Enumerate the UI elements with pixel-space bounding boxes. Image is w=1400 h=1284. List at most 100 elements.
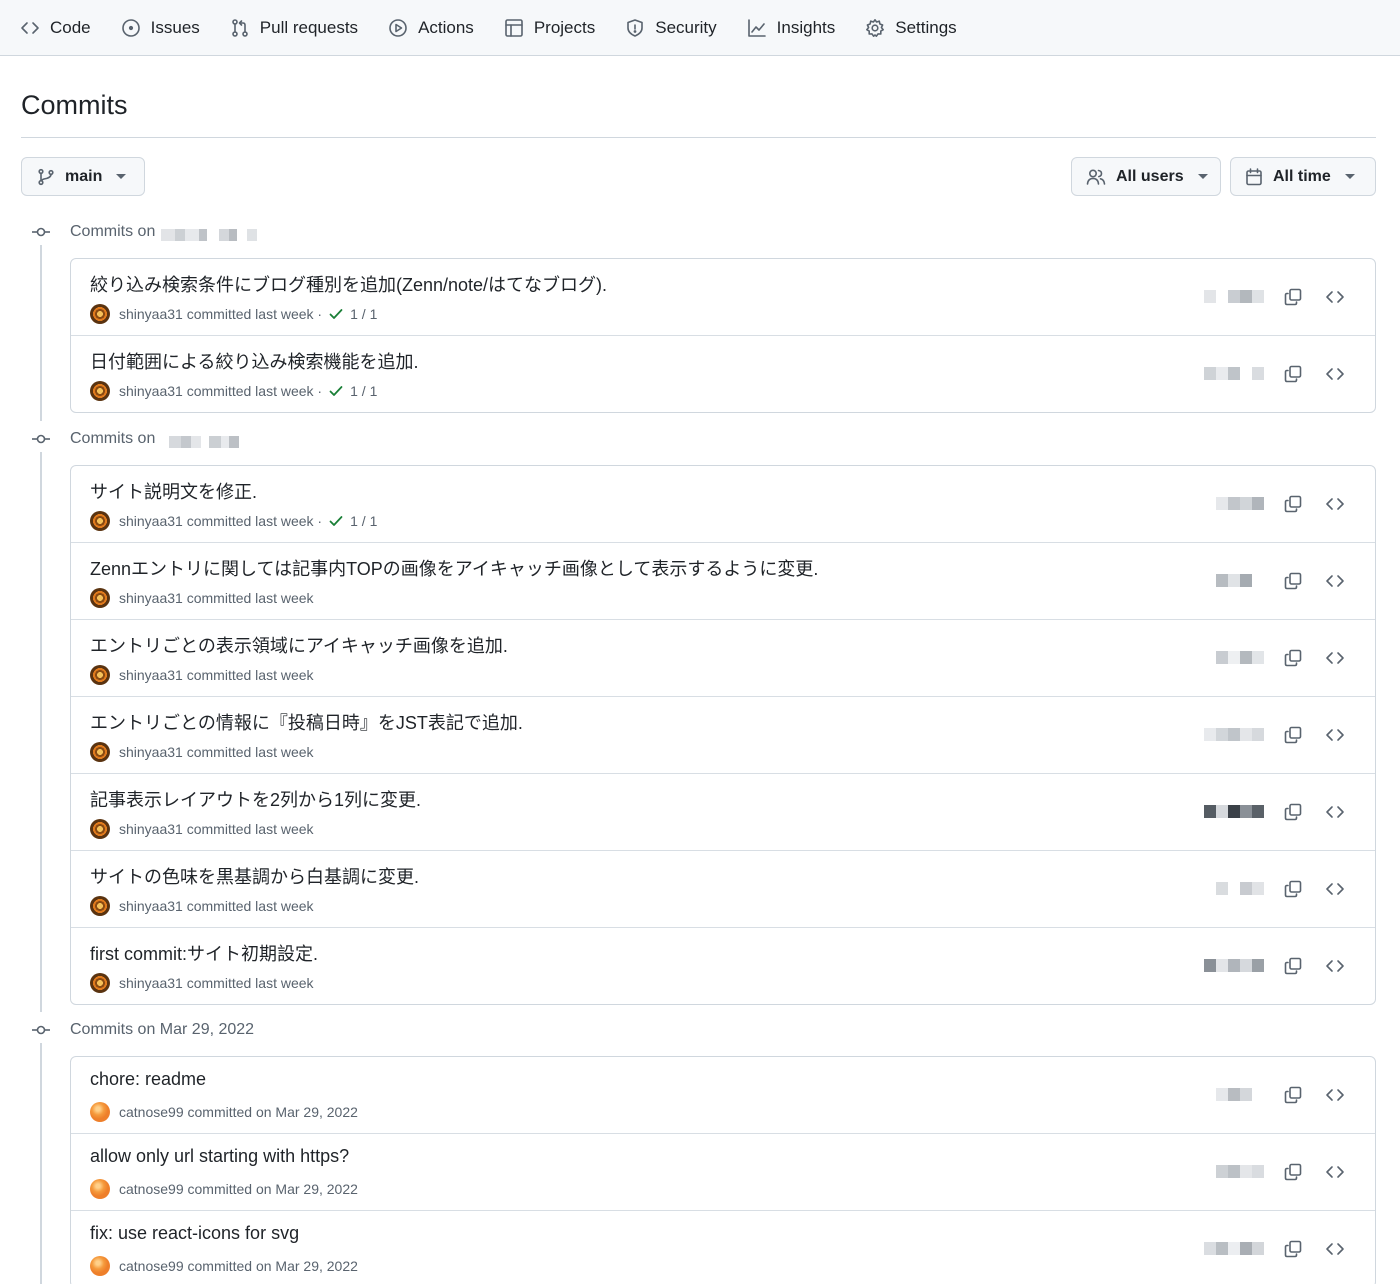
author-link[interactable]: catnose99 bbox=[119, 1104, 184, 1120]
browse-repository-button[interactable] bbox=[1323, 362, 1347, 386]
browse-repository-button[interactable] bbox=[1323, 723, 1347, 747]
commit-sha-redacted[interactable] bbox=[1204, 882, 1264, 895]
commit-list: サイト説明文を修正. shinyaa31 committed last week … bbox=[70, 465, 1376, 1005]
commit-message-link[interactable]: chore: readme bbox=[90, 1069, 206, 1090]
avatar[interactable] bbox=[90, 896, 110, 916]
browse-repository-button[interactable] bbox=[1323, 569, 1347, 593]
commit-sha-redacted[interactable] bbox=[1204, 497, 1264, 510]
commit-meta: shinyaa31 committed last week bbox=[90, 742, 314, 762]
author-link[interactable]: catnose99 bbox=[119, 1258, 184, 1274]
author-link[interactable]: shinyaa31 bbox=[119, 306, 183, 322]
browse-repository-button[interactable] bbox=[1323, 800, 1347, 824]
redacted-block bbox=[1204, 1242, 1216, 1255]
copy-sha-button[interactable] bbox=[1281, 1160, 1305, 1184]
time-filter-button[interactable]: All time bbox=[1230, 157, 1376, 196]
commit-meta: shinyaa31 committed last week bbox=[90, 819, 314, 839]
avatar[interactable] bbox=[90, 304, 110, 324]
avatar[interactable] bbox=[90, 381, 110, 401]
commit-message-link[interactable]: 絞り込み検索条件にブログ種別を追加(Zenn/note/はてなブログ). bbox=[90, 271, 607, 297]
avatar[interactable] bbox=[90, 1256, 110, 1276]
branch-select-button[interactable]: main bbox=[21, 157, 145, 196]
checks-count[interactable]: 1 / 1 bbox=[350, 306, 377, 322]
browse-repository-button[interactable] bbox=[1323, 492, 1347, 516]
commit-row: chore: readme catnose99 committed on Mar … bbox=[71, 1057, 1375, 1133]
checks-count[interactable]: 1 / 1 bbox=[350, 513, 377, 529]
avatar[interactable] bbox=[90, 511, 110, 531]
nav-label: Issues bbox=[150, 17, 200, 37]
commit-message-link[interactable]: Zennエントリに関しては記事内TOPの画像をアイキャッチ画像として表示するよう… bbox=[90, 555, 818, 581]
author-link[interactable]: shinyaa31 bbox=[119, 821, 183, 837]
browse-repository-button[interactable] bbox=[1323, 1237, 1347, 1261]
author-link[interactable]: shinyaa31 bbox=[119, 383, 183, 399]
author-link[interactable]: catnose99 bbox=[119, 1181, 184, 1197]
author-link[interactable]: shinyaa31 bbox=[119, 590, 183, 606]
check-icon[interactable] bbox=[328, 306, 344, 322]
author-link[interactable]: shinyaa31 bbox=[119, 975, 183, 991]
avatar[interactable] bbox=[90, 742, 110, 762]
author-link[interactable]: shinyaa31 bbox=[119, 667, 183, 683]
copy-sha-button[interactable] bbox=[1281, 569, 1305, 593]
commit-message-link[interactable]: fix: use react-icons for svg bbox=[90, 1223, 299, 1244]
author-link[interactable]: shinyaa31 bbox=[119, 744, 183, 760]
checks-count[interactable]: 1 / 1 bbox=[350, 383, 377, 399]
commit-sha-redacted[interactable] bbox=[1204, 1242, 1264, 1255]
commit-row: エントリごとの情報に『投稿日時』をJST表記で追加. shinyaa31 comm… bbox=[71, 696, 1375, 773]
commit-message-link[interactable]: エントリごとの表示領域にアイキャッチ画像を追加. bbox=[90, 632, 508, 658]
browse-repository-button[interactable] bbox=[1323, 1160, 1347, 1184]
commit-message-link[interactable]: allow only url starting with https? bbox=[90, 1146, 349, 1167]
commit-sha-redacted[interactable] bbox=[1204, 367, 1264, 380]
commit-time-text: committed last week bbox=[186, 821, 314, 837]
users-filter-button[interactable]: All users bbox=[1071, 157, 1221, 196]
copy-sha-button[interactable] bbox=[1281, 362, 1305, 386]
copy-sha-button[interactable] bbox=[1281, 285, 1305, 309]
avatar[interactable] bbox=[90, 819, 110, 839]
nav-security[interactable]: Security bbox=[625, 0, 717, 56]
commit-sha-redacted[interactable] bbox=[1204, 574, 1264, 587]
commit-sha-redacted[interactable] bbox=[1204, 651, 1264, 664]
nav-actions[interactable]: Actions bbox=[388, 0, 474, 56]
commit-sha-redacted[interactable] bbox=[1204, 805, 1264, 818]
copy-sha-button[interactable] bbox=[1281, 1237, 1305, 1261]
author-link[interactable]: shinyaa31 bbox=[119, 898, 183, 914]
avatar[interactable] bbox=[90, 1179, 110, 1199]
commit-message-link[interactable]: first commit:サイト初期設定. bbox=[90, 940, 318, 966]
copy-sha-button[interactable] bbox=[1281, 877, 1305, 901]
check-icon[interactable] bbox=[328, 383, 344, 399]
nav-settings[interactable]: Settings bbox=[865, 0, 957, 56]
copy-sha-button[interactable] bbox=[1281, 954, 1305, 978]
commit-message-link[interactable]: 記事表示レイアウトを2列から1列に変更. bbox=[90, 786, 421, 812]
commit-message-link[interactable]: 日付範囲による絞り込み検索機能を追加. bbox=[90, 348, 418, 374]
author-link[interactable]: shinyaa31 bbox=[119, 513, 183, 529]
avatar[interactable] bbox=[90, 973, 110, 993]
commit-sha-redacted[interactable] bbox=[1204, 1088, 1264, 1101]
copy-sha-button[interactable] bbox=[1281, 646, 1305, 670]
copy-sha-button[interactable] bbox=[1281, 723, 1305, 747]
copy-sha-button[interactable] bbox=[1281, 1083, 1305, 1107]
commit-message-link[interactable]: サイト説明文を修正. bbox=[90, 478, 257, 504]
commit-time-text: committed on Mar 29, 2022 bbox=[187, 1104, 358, 1120]
commit-sha-redacted[interactable] bbox=[1204, 959, 1264, 972]
browse-repository-button[interactable] bbox=[1323, 877, 1347, 901]
avatar[interactable] bbox=[90, 1102, 110, 1122]
avatar[interactable] bbox=[90, 665, 110, 685]
commit-message-link[interactable]: エントリごとの情報に『投稿日時』をJST表記で追加. bbox=[90, 709, 523, 735]
commit-message-link[interactable]: サイトの色味を黒基調から白基調に変更. bbox=[90, 863, 419, 889]
browse-repository-button[interactable] bbox=[1323, 954, 1347, 978]
nav-issues[interactable]: Issues bbox=[121, 0, 200, 56]
graph-icon bbox=[747, 18, 767, 38]
copy-sha-button[interactable] bbox=[1281, 492, 1305, 516]
browse-repository-button[interactable] bbox=[1323, 285, 1347, 309]
nav-pull-requests[interactable]: Pull requests bbox=[230, 0, 358, 56]
nav-insights[interactable]: Insights bbox=[747, 0, 835, 56]
commit-sha-redacted[interactable] bbox=[1204, 1165, 1264, 1178]
commit-sha-redacted[interactable] bbox=[1204, 728, 1264, 741]
check-icon[interactable] bbox=[328, 513, 344, 529]
avatar[interactable] bbox=[90, 588, 110, 608]
nav-projects[interactable]: Projects bbox=[504, 0, 595, 56]
browse-repository-button[interactable] bbox=[1323, 1083, 1347, 1107]
browse-repository-button[interactable] bbox=[1323, 646, 1347, 670]
nav-code[interactable]: Code bbox=[20, 0, 91, 56]
copy-sha-button[interactable] bbox=[1281, 800, 1305, 824]
commit-sha-redacted[interactable] bbox=[1204, 290, 1264, 303]
redacted-block bbox=[1240, 1242, 1252, 1255]
